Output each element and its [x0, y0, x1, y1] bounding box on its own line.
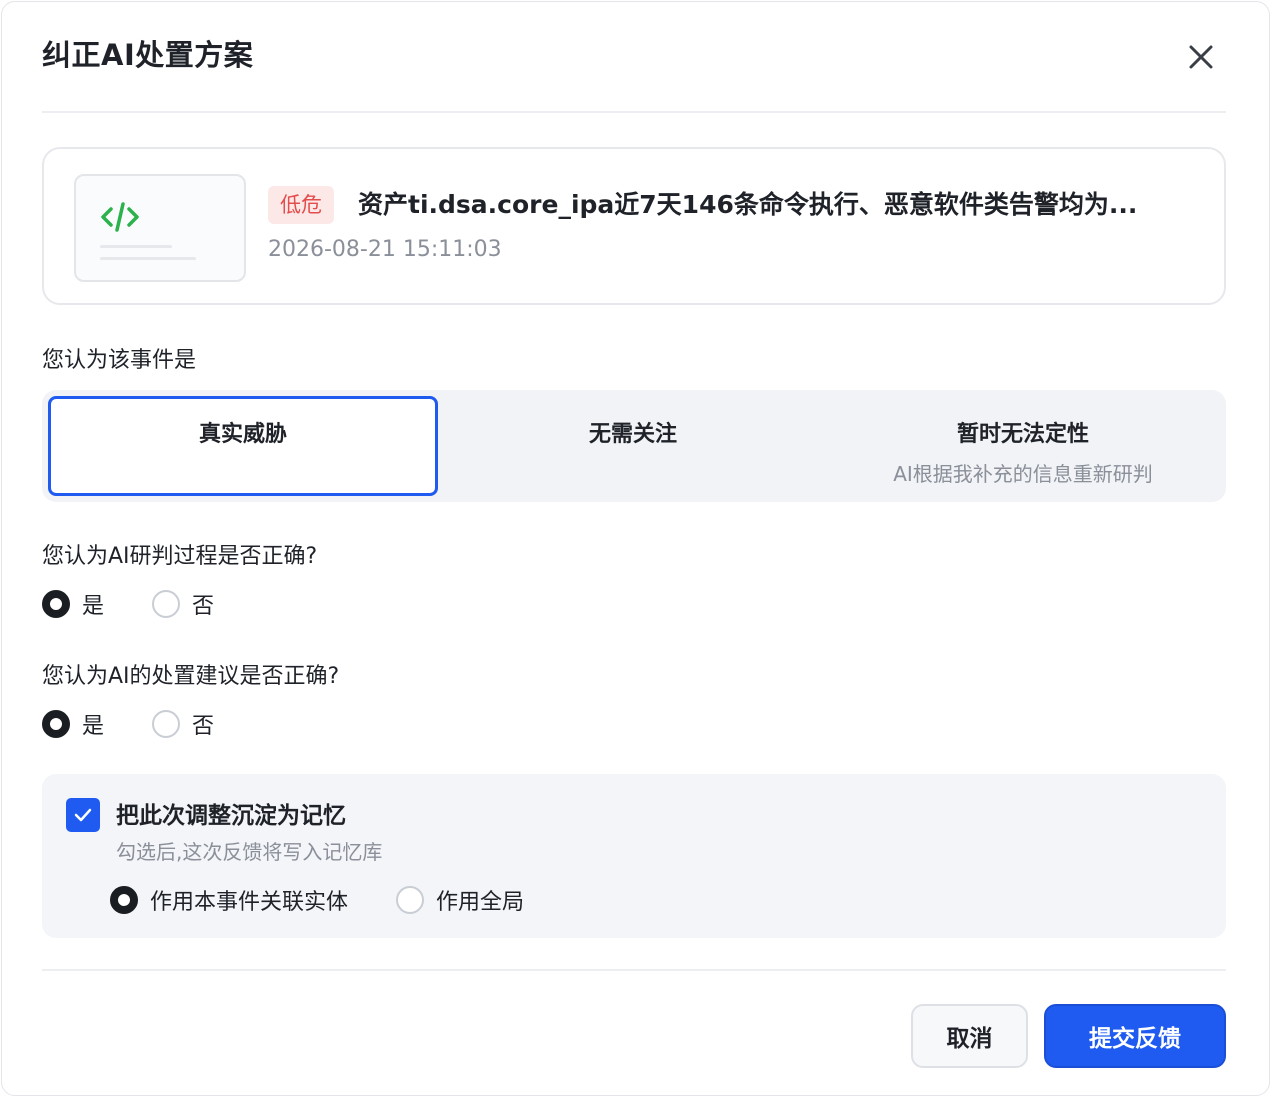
memory-section: 把此次调整沉淀为记忆 勾选后,这次反馈将写入记忆库 作用本事件关联实体 作用全局 [42, 774, 1226, 938]
radio-checked-icon [110, 886, 138, 914]
close-button[interactable] [1184, 40, 1218, 74]
submit-feedback-button[interactable]: 提交反馈 [1044, 1004, 1226, 1068]
verdict-option-no-concern[interactable]: 无需关注 [438, 396, 828, 496]
q2-no-radio[interactable]: 否 [152, 708, 214, 740]
q2-radio-group: 是 否 [42, 708, 262, 740]
event-thumbnail [74, 174, 246, 282]
thumbnail-line [100, 245, 172, 248]
cancel-button[interactable]: 取消 [911, 1004, 1028, 1068]
verdict-option-label: 暂时无法定性 [956, 422, 1089, 447]
radio-unchecked-icon [396, 886, 425, 914]
verdict-option-real-threat[interactable]: 真实威胁 [48, 396, 438, 496]
radio-label: 否 [192, 594, 215, 619]
verdict-option-label: 无需关注 [588, 422, 677, 447]
memory-description: 勾选后,这次反馈将写入记忆库 [116, 840, 383, 864]
q1-radio-group: 是 否 [42, 588, 262, 620]
radio-checked-icon [42, 710, 70, 738]
radio-checked-icon [42, 590, 70, 618]
footer-divider [42, 969, 1226, 971]
code-icon [101, 202, 139, 232]
memory-checkbox[interactable] [66, 798, 100, 832]
radio-label: 是 [82, 594, 105, 619]
dialog-title: 纠正AI处置方案 [42, 38, 254, 72]
verdict-option-hint: AI根据我补充的信息重新研判 [893, 462, 1153, 486]
verdict-label: 您认为该事件是 [42, 348, 197, 373]
radio-unchecked-icon [152, 710, 181, 738]
radio-unchecked-icon [152, 590, 181, 618]
radio-label: 是 [82, 714, 105, 739]
event-timestamp: 2026-08-21 15:11:03 [268, 237, 502, 262]
scope-entity-radio[interactable]: 作用本事件关联实体 [110, 884, 348, 916]
verdict-option-label: 真实威胁 [198, 422, 287, 447]
event-card: 低危 资产ti.dsa.core_ipa近7天146条命令执行、恶意软件类告警均… [42, 147, 1226, 305]
header-divider [42, 111, 1226, 113]
memory-scope-radio-group: 作用本事件关联实体 作用全局 [110, 884, 572, 916]
q1-label: 您认为AI研判过程是否正确? [42, 544, 318, 569]
thumbnail-line [100, 257, 196, 260]
verdict-option-undetermined[interactable]: 暂时无法定性 AI根据我补充的信息重新研判 [828, 396, 1218, 496]
q1-no-radio[interactable]: 否 [152, 588, 214, 620]
q1-yes-radio[interactable]: 是 [42, 588, 104, 620]
memory-title: 把此次调整沉淀为记忆 [116, 803, 346, 829]
q2-yes-radio[interactable]: 是 [42, 708, 104, 740]
scope-global-radio[interactable]: 作用全局 [396, 884, 524, 916]
radio-label: 作用本事件关联实体 [150, 890, 349, 915]
radio-label: 否 [192, 714, 215, 739]
check-icon [74, 808, 92, 822]
q2-label: 您认为AI的处置建议是否正确? [42, 664, 340, 689]
radio-label: 作用全局 [436, 890, 525, 915]
severity-badge: 低危 [268, 186, 334, 224]
close-icon [1189, 45, 1213, 69]
verdict-segmented-control: 真实威胁 无需关注 暂时无法定性 AI根据我补充的信息重新研判 [42, 390, 1226, 502]
event-title: 资产ti.dsa.core_ipa近7天146条命令执行、恶意软件类告警均为..… [358, 190, 1138, 219]
correction-dialog: 纠正AI处置方案 低危 资产ti.dsa.core_ipa近7天146条命令执行… [1, 1, 1270, 1096]
